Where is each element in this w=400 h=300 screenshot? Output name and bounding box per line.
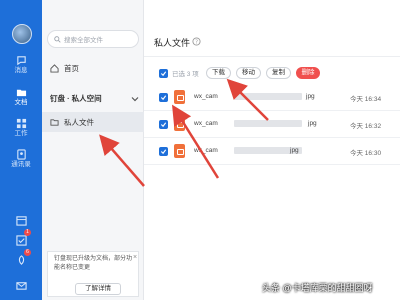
rail-item-documents[interactable]: 文档	[0, 84, 42, 110]
learn-more-button[interactable]: 了解详情	[75, 283, 121, 295]
nav-label-home: 首页	[64, 63, 79, 73]
check-icon	[160, 95, 167, 101]
avatar[interactable]	[12, 24, 32, 44]
check-icon	[160, 122, 167, 128]
close-icon[interactable]: ×	[133, 254, 137, 261]
rocket-icon	[18, 254, 24, 265]
row-checkbox[interactable]	[159, 120, 168, 129]
image-file-icon	[174, 117, 185, 131]
header-divider	[144, 56, 400, 57]
folder-user-icon	[50, 118, 59, 126]
notice-text: 钉盘现已升级为文档，部分功能名称已变更	[54, 256, 133, 271]
row-checkbox[interactable]	[159, 147, 168, 156]
move-button[interactable]: 移动	[236, 67, 261, 79]
rail-label-work: 工作	[14, 130, 28, 137]
nav-item-home[interactable]: 首页	[42, 58, 144, 78]
nav-group-title: 钉盘 · 私人空间	[50, 94, 102, 103]
check-icon	[160, 71, 167, 77]
check-icon	[160, 149, 167, 155]
ding-badge: 6	[24, 249, 31, 256]
todo-badge: 1	[24, 229, 31, 236]
file-name-prefix: wx_cam	[194, 147, 218, 154]
file-time: 今天 16:32	[350, 123, 382, 130]
file-row[interactable]: wx_cam jpg 今天 16:34	[144, 84, 400, 111]
file-row[interactable]: wx_cam jpg 今天 16:32	[144, 111, 400, 138]
rail-label-messages: 消息	[14, 67, 28, 74]
file-extension: jpg	[290, 147, 299, 154]
rail-item-contacts[interactable]: 通讯录	[0, 146, 42, 172]
checkbox-icon	[15, 234, 27, 246]
main-panel: 私人文件 ? 已选 3 项 下载 移动 复制 删除 wx_cam jpg 今天 16…	[144, 0, 400, 300]
help-icon[interactable]: ?	[192, 37, 201, 46]
grid-icon	[16, 118, 26, 129]
search-box[interactable]: 搜索全部文件	[47, 30, 139, 48]
nav-label-private-files: 私人文件	[64, 117, 94, 127]
search-placeholder: 搜索全部文件	[64, 37, 103, 44]
nav-item-private-files[interactable]: 私人文件	[42, 112, 144, 132]
file-name-redacted	[234, 120, 302, 127]
row-checkbox[interactable]	[159, 93, 168, 102]
file-name-redacted	[234, 93, 302, 100]
search-icon	[54, 35, 61, 43]
download-button[interactable]: 下载	[206, 67, 231, 79]
contacts-icon	[16, 149, 26, 160]
app-window: 消息 文档 工作 通讯录 1 6 搜索全部文件 首页 钉盘 · 私人空间 私人文…	[0, 0, 400, 300]
selection-toolbar: 已选 3 项 下载 移动 复制 删除	[144, 64, 400, 82]
file-time: 今天 16:34	[350, 96, 382, 103]
file-extension: jpg	[306, 93, 315, 100]
rail-todo[interactable]	[0, 233, 42, 247]
delete-button[interactable]: 删除	[296, 67, 320, 79]
rail-calendar[interactable]	[0, 213, 42, 227]
chevron-down-icon[interactable]	[131, 95, 139, 103]
file-name-prefix: wx_cam	[194, 93, 218, 100]
rail-label-contacts: 通讯录	[11, 161, 31, 168]
file-extension: jpg	[308, 120, 317, 127]
app-rail: 消息 文档 工作 通讯录 1 6	[0, 0, 42, 300]
document-icon	[16, 89, 26, 97]
file-name-prefix: wx_cam	[194, 120, 218, 127]
select-all-checkbox[interactable]	[159, 69, 168, 78]
image-file-icon	[174, 90, 185, 104]
rail-item-messages[interactable]: 消息	[0, 52, 42, 78]
rail-item-work[interactable]: 工作	[0, 115, 42, 141]
file-row[interactable]: wx_cam jpg 今天 16:30	[144, 138, 400, 165]
copy-button[interactable]: 复制	[266, 67, 291, 79]
svg-text:?: ?	[195, 40, 198, 46]
calendar-icon	[15, 215, 27, 226]
rail-label-documents: 文档	[14, 99, 28, 106]
watermark: 头条 @卡塔库栗的甜甜圈呀	[262, 283, 373, 293]
file-time: 今天 16:30	[350, 150, 382, 157]
home-icon	[50, 63, 59, 73]
upgrade-notice: 钉盘现已升级为文档，部分功能名称已变更 × 了解详情	[47, 251, 139, 297]
page-title: 私人文件	[154, 38, 191, 48]
image-file-icon	[174, 144, 185, 158]
rail-mail[interactable]	[0, 278, 42, 292]
selected-count: 已选 3 项	[172, 71, 199, 78]
chat-icon	[16, 56, 26, 66]
nav-panel: 搜索全部文件 首页 钉盘 · 私人空间 私人文件 钉盘现已升级为文档，部分功能名…	[42, 0, 144, 300]
rail-ding[interactable]	[0, 253, 42, 267]
mail-icon	[15, 281, 27, 290]
